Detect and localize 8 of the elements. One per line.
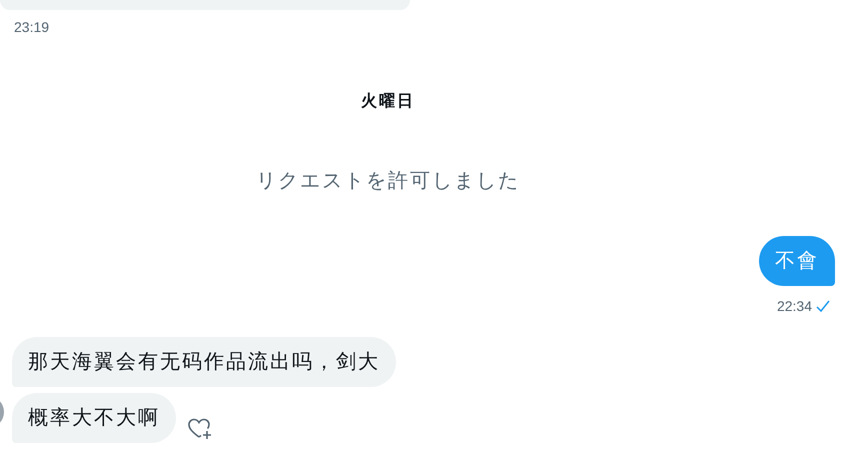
timestamp: 23:19 xyxy=(14,18,50,36)
date-separator: 火曜日 xyxy=(361,92,415,112)
message-bubble: 概率大不大啊 xyxy=(12,393,176,443)
message-bubble: 不會 xyxy=(759,236,835,286)
timestamp: 22:34 xyxy=(776,297,812,315)
system-message: リクエストを許可しました xyxy=(256,169,520,194)
heart-plus-icon xyxy=(187,417,213,441)
message-bubble: 那天海翼会有无码作品流出吗，剑大 xyxy=(12,337,396,387)
